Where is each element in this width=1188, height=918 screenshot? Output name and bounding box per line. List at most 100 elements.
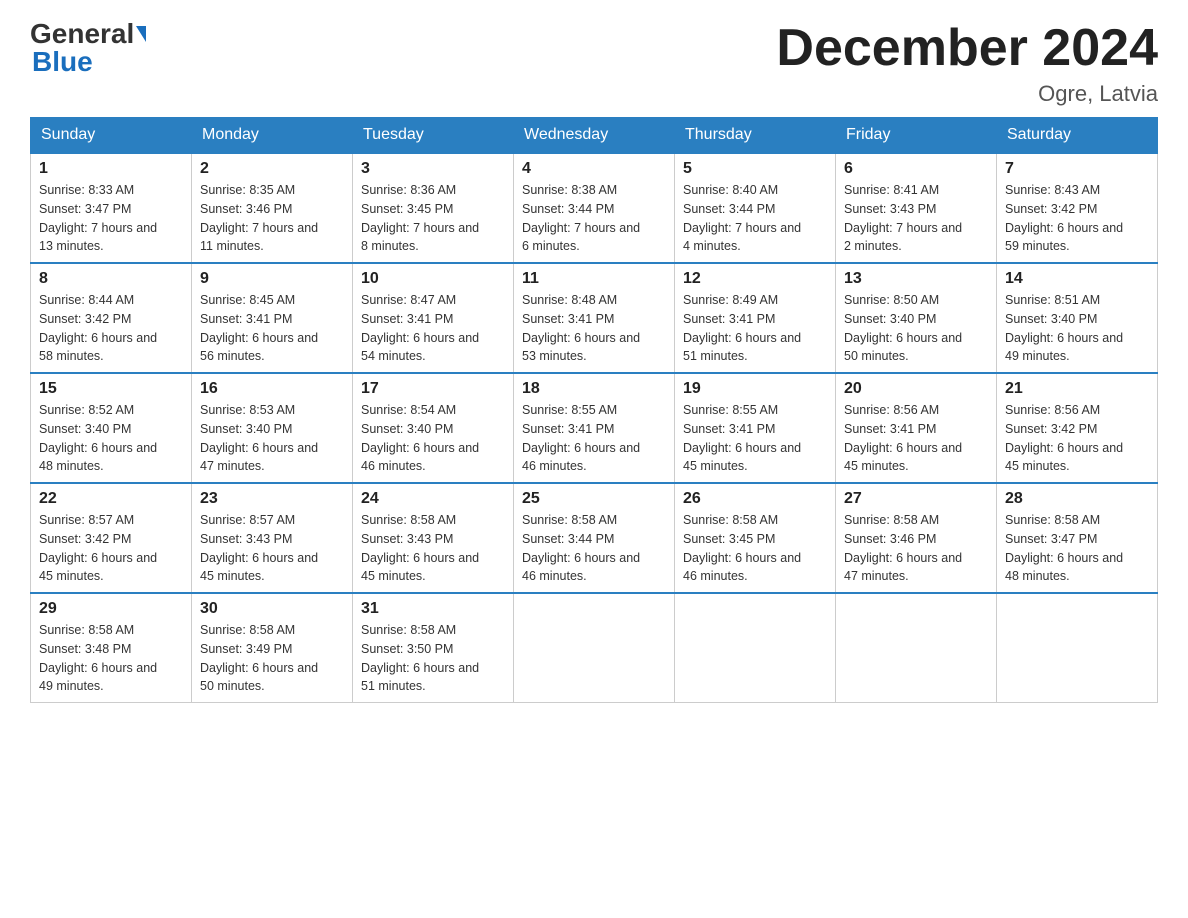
day-info: Sunrise: 8:57 AM Sunset: 3:43 PM Dayligh… — [200, 511, 344, 586]
day-info: Sunrise: 8:58 AM Sunset: 3:43 PM Dayligh… — [361, 511, 505, 586]
day-number: 27 — [844, 490, 988, 508]
day-info: Sunrise: 8:56 AM Sunset: 3:42 PM Dayligh… — [1005, 401, 1149, 476]
day-number: 12 — [683, 270, 827, 288]
day-info: Sunrise: 8:58 AM Sunset: 3:47 PM Dayligh… — [1005, 511, 1149, 586]
day-info: Sunrise: 8:35 AM Sunset: 3:46 PM Dayligh… — [200, 181, 344, 256]
day-number: 9 — [200, 270, 344, 288]
day-info: Sunrise: 8:49 AM Sunset: 3:41 PM Dayligh… — [683, 291, 827, 366]
day-info: Sunrise: 8:58 AM Sunset: 3:45 PM Dayligh… — [683, 511, 827, 586]
day-number: 22 — [39, 490, 183, 508]
col-saturday: Saturday — [997, 118, 1158, 154]
day-info: Sunrise: 8:54 AM Sunset: 3:40 PM Dayligh… — [361, 401, 505, 476]
day-info: Sunrise: 8:44 AM Sunset: 3:42 PM Dayligh… — [39, 291, 183, 366]
calendar-cell: 13 Sunrise: 8:50 AM Sunset: 3:40 PM Dayl… — [836, 263, 997, 373]
day-info: Sunrise: 8:58 AM Sunset: 3:50 PM Dayligh… — [361, 621, 505, 696]
day-number: 24 — [361, 490, 505, 508]
calendar-cell: 31 Sunrise: 8:58 AM Sunset: 3:50 PM Dayl… — [353, 593, 514, 703]
day-info: Sunrise: 8:45 AM Sunset: 3:41 PM Dayligh… — [200, 291, 344, 366]
title-section: December 2024 Ogre, Latvia — [776, 20, 1158, 107]
day-number: 31 — [361, 600, 505, 618]
calendar-cell: 25 Sunrise: 8:58 AM Sunset: 3:44 PM Dayl… — [514, 483, 675, 593]
col-sunday: Sunday — [31, 118, 192, 154]
calendar-cell: 18 Sunrise: 8:55 AM Sunset: 3:41 PM Dayl… — [514, 373, 675, 483]
day-number: 17 — [361, 380, 505, 398]
day-info: Sunrise: 8:58 AM Sunset: 3:49 PM Dayligh… — [200, 621, 344, 696]
calendar-cell: 10 Sunrise: 8:47 AM Sunset: 3:41 PM Dayl… — [353, 263, 514, 373]
calendar-cell — [836, 593, 997, 703]
calendar-cell: 7 Sunrise: 8:43 AM Sunset: 3:42 PM Dayli… — [997, 153, 1158, 263]
calendar-cell: 16 Sunrise: 8:53 AM Sunset: 3:40 PM Dayl… — [192, 373, 353, 483]
calendar-table: Sunday Monday Tuesday Wednesday Thursday… — [30, 117, 1158, 703]
col-wednesday: Wednesday — [514, 118, 675, 154]
calendar-cell: 8 Sunrise: 8:44 AM Sunset: 3:42 PM Dayli… — [31, 263, 192, 373]
calendar-cell: 29 Sunrise: 8:58 AM Sunset: 3:48 PM Dayl… — [31, 593, 192, 703]
day-number: 23 — [200, 490, 344, 508]
calendar-cell: 30 Sunrise: 8:58 AM Sunset: 3:49 PM Dayl… — [192, 593, 353, 703]
day-number: 3 — [361, 160, 505, 178]
calendar-cell: 12 Sunrise: 8:49 AM Sunset: 3:41 PM Dayl… — [675, 263, 836, 373]
day-info: Sunrise: 8:51 AM Sunset: 3:40 PM Dayligh… — [1005, 291, 1149, 366]
day-number: 8 — [39, 270, 183, 288]
calendar-cell: 26 Sunrise: 8:58 AM Sunset: 3:45 PM Dayl… — [675, 483, 836, 593]
calendar-cell: 2 Sunrise: 8:35 AM Sunset: 3:46 PM Dayli… — [192, 153, 353, 263]
day-info: Sunrise: 8:40 AM Sunset: 3:44 PM Dayligh… — [683, 181, 827, 256]
calendar-cell: 6 Sunrise: 8:41 AM Sunset: 3:43 PM Dayli… — [836, 153, 997, 263]
calendar-cell: 24 Sunrise: 8:58 AM Sunset: 3:43 PM Dayl… — [353, 483, 514, 593]
logo-triangle-icon — [136, 26, 146, 42]
day-info: Sunrise: 8:58 AM Sunset: 3:46 PM Dayligh… — [844, 511, 988, 586]
day-number: 7 — [1005, 160, 1149, 178]
day-number: 2 — [200, 160, 344, 178]
calendar-week-row: 15 Sunrise: 8:52 AM Sunset: 3:40 PM Dayl… — [31, 373, 1158, 483]
col-friday: Friday — [836, 118, 997, 154]
page-header: General Blue December 2024 Ogre, Latvia — [30, 20, 1158, 107]
day-number: 20 — [844, 380, 988, 398]
calendar-cell: 9 Sunrise: 8:45 AM Sunset: 3:41 PM Dayli… — [192, 263, 353, 373]
day-number: 15 — [39, 380, 183, 398]
calendar-header-row: Sunday Monday Tuesday Wednesday Thursday… — [31, 118, 1158, 154]
day-info: Sunrise: 8:52 AM Sunset: 3:40 PM Dayligh… — [39, 401, 183, 476]
day-info: Sunrise: 8:55 AM Sunset: 3:41 PM Dayligh… — [522, 401, 666, 476]
day-number: 30 — [200, 600, 344, 618]
calendar-week-row: 1 Sunrise: 8:33 AM Sunset: 3:47 PM Dayli… — [31, 153, 1158, 263]
calendar-cell: 27 Sunrise: 8:58 AM Sunset: 3:46 PM Dayl… — [836, 483, 997, 593]
day-number: 29 — [39, 600, 183, 618]
calendar-cell: 22 Sunrise: 8:57 AM Sunset: 3:42 PM Dayl… — [31, 483, 192, 593]
day-number: 28 — [1005, 490, 1149, 508]
location: Ogre, Latvia — [776, 81, 1158, 107]
day-number: 10 — [361, 270, 505, 288]
day-info: Sunrise: 8:43 AM Sunset: 3:42 PM Dayligh… — [1005, 181, 1149, 256]
calendar-cell: 20 Sunrise: 8:56 AM Sunset: 3:41 PM Dayl… — [836, 373, 997, 483]
calendar-cell — [514, 593, 675, 703]
calendar-cell: 11 Sunrise: 8:48 AM Sunset: 3:41 PM Dayl… — [514, 263, 675, 373]
day-info: Sunrise: 8:41 AM Sunset: 3:43 PM Dayligh… — [844, 181, 988, 256]
calendar-cell: 21 Sunrise: 8:56 AM Sunset: 3:42 PM Dayl… — [997, 373, 1158, 483]
day-number: 25 — [522, 490, 666, 508]
calendar-cell — [997, 593, 1158, 703]
month-title: December 2024 — [776, 20, 1158, 77]
logo: General Blue — [30, 20, 146, 76]
day-number: 21 — [1005, 380, 1149, 398]
calendar-cell: 17 Sunrise: 8:54 AM Sunset: 3:40 PM Dayl… — [353, 373, 514, 483]
calendar-cell: 4 Sunrise: 8:38 AM Sunset: 3:44 PM Dayli… — [514, 153, 675, 263]
calendar-cell: 23 Sunrise: 8:57 AM Sunset: 3:43 PM Dayl… — [192, 483, 353, 593]
day-info: Sunrise: 8:56 AM Sunset: 3:41 PM Dayligh… — [844, 401, 988, 476]
day-number: 14 — [1005, 270, 1149, 288]
col-tuesday: Tuesday — [353, 118, 514, 154]
day-number: 4 — [522, 160, 666, 178]
calendar-week-row: 22 Sunrise: 8:57 AM Sunset: 3:42 PM Dayl… — [31, 483, 1158, 593]
day-number: 19 — [683, 380, 827, 398]
calendar-cell: 28 Sunrise: 8:58 AM Sunset: 3:47 PM Dayl… — [997, 483, 1158, 593]
day-number: 6 — [844, 160, 988, 178]
day-info: Sunrise: 8:47 AM Sunset: 3:41 PM Dayligh… — [361, 291, 505, 366]
day-number: 26 — [683, 490, 827, 508]
logo-blue-text: Blue — [32, 48, 93, 76]
day-info: Sunrise: 8:36 AM Sunset: 3:45 PM Dayligh… — [361, 181, 505, 256]
calendar-cell: 14 Sunrise: 8:51 AM Sunset: 3:40 PM Dayl… — [997, 263, 1158, 373]
calendar-week-row: 8 Sunrise: 8:44 AM Sunset: 3:42 PM Dayli… — [31, 263, 1158, 373]
day-number: 16 — [200, 380, 344, 398]
day-info: Sunrise: 8:58 AM Sunset: 3:48 PM Dayligh… — [39, 621, 183, 696]
calendar-week-row: 29 Sunrise: 8:58 AM Sunset: 3:48 PM Dayl… — [31, 593, 1158, 703]
col-monday: Monday — [192, 118, 353, 154]
day-number: 13 — [844, 270, 988, 288]
day-info: Sunrise: 8:58 AM Sunset: 3:44 PM Dayligh… — [522, 511, 666, 586]
